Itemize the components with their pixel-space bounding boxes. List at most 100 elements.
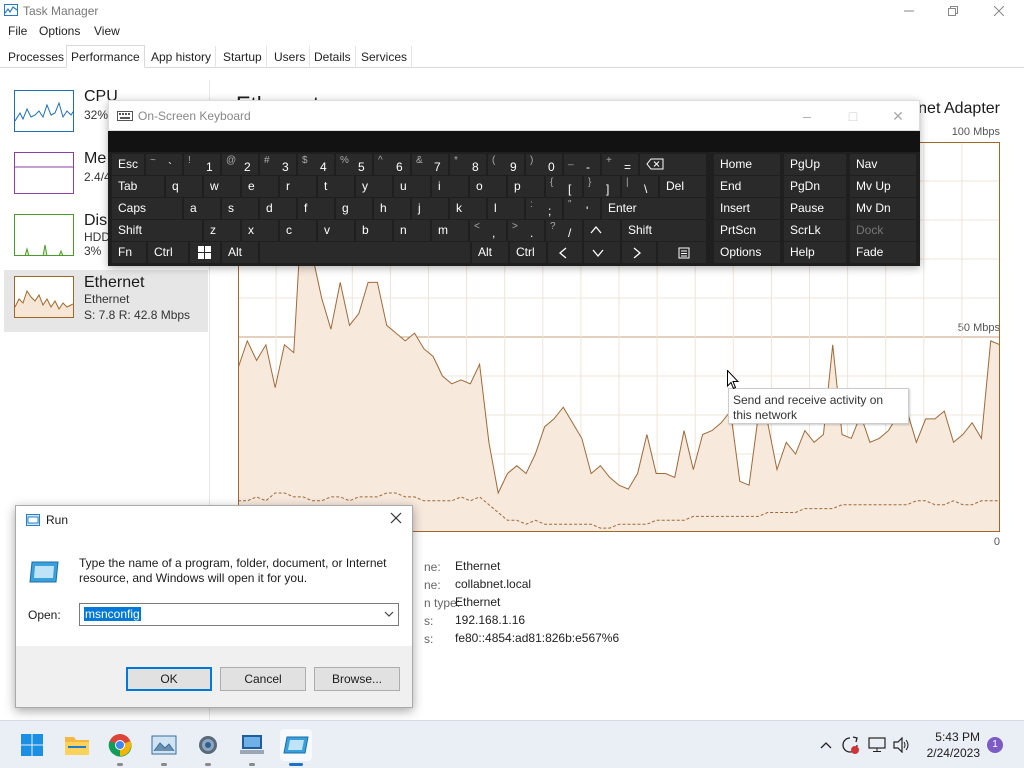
tab-startup[interactable]: Startup (219, 46, 267, 68)
key-sym3-0[interactable]: :; (526, 198, 562, 219)
key-i[interactable]: i (432, 176, 468, 197)
key-l[interactable]: l (488, 198, 524, 219)
key-sym4-0[interactable]: <, (470, 220, 506, 241)
key-menu[interactable] (658, 242, 706, 263)
key-windows[interactable] (190, 242, 220, 263)
key-nav-insert[interactable]: Insert (714, 198, 780, 219)
menu-options[interactable]: Options (39, 24, 80, 38)
key-ctrl-left[interactable]: Ctrl (148, 242, 188, 263)
osk-close-button[interactable]: ✕ (884, 105, 912, 127)
tab-app-history[interactable]: App history (147, 46, 217, 68)
taskbar-run[interactable] (280, 729, 312, 766)
notification-badge[interactable]: 1 (987, 737, 1003, 753)
key-nav-fade[interactable]: Fade (850, 242, 916, 263)
menu-view[interactable]: View (94, 24, 120, 38)
key-4[interactable]: $4 (298, 154, 334, 175)
key-2[interactable]: @2 (222, 154, 258, 175)
cancel-button[interactable]: Cancel (220, 667, 306, 691)
key-nav-mv-dn[interactable]: Mv Dn (850, 198, 916, 219)
key-z[interactable]: z (204, 220, 240, 241)
update-icon[interactable] (840, 735, 860, 755)
key-6[interactable]: ^ 6 (374, 154, 410, 175)
run-title-bar[interactable]: Run (16, 506, 412, 534)
key-arrow-up[interactable] (584, 220, 620, 241)
key-t[interactable]: t (318, 176, 354, 197)
key-b[interactable]: b (356, 220, 392, 241)
menu-file[interactable]: File (8, 24, 27, 38)
key-nav-pgdn[interactable]: PgDn (784, 176, 846, 197)
key-arrow-right[interactable] (622, 242, 656, 263)
close-button[interactable] (976, 0, 1022, 22)
volume-icon[interactable] (892, 735, 912, 755)
key-g[interactable]: g (336, 198, 372, 219)
key-arrow-left[interactable] (548, 242, 582, 263)
restore-button[interactable] (930, 0, 976, 22)
key-ctrl-right[interactable]: Ctrl (510, 242, 546, 263)
tab-services[interactable]: Services (357, 46, 413, 68)
clock-date[interactable]: 2/24/2023 (927, 746, 980, 760)
key-alt-right[interactable]: Alt (472, 242, 508, 263)
key-sym4-2[interactable]: ? / (546, 220, 582, 241)
key-arrow-down[interactable] (584, 242, 620, 263)
key-sym4-1[interactable]: >. (508, 220, 544, 241)
taskbar-chrome[interactable] (104, 729, 136, 766)
key-x[interactable]: x (242, 220, 278, 241)
key-del[interactable]: Del (660, 176, 706, 197)
key-q[interactable]: q (166, 176, 202, 197)
key-a[interactable]: a (184, 198, 220, 219)
taskbar-photos[interactable] (148, 729, 180, 766)
tab-details[interactable]: Details (310, 46, 356, 68)
chevron-up-icon[interactable] (816, 735, 836, 755)
key-nav-dock[interactable]: Dock (850, 220, 916, 241)
key-nav-options[interactable]: Options (714, 242, 780, 263)
key-s[interactable]: s (222, 198, 258, 219)
key-y[interactable]: y (356, 176, 392, 197)
key-backspace[interactable] (640, 154, 706, 175)
start-button[interactable] (16, 729, 48, 761)
key-caps[interactable]: Caps (112, 198, 182, 219)
key-nav-pgup[interactable]: PgUp (784, 154, 846, 175)
run-close-button[interactable] (386, 510, 406, 530)
key-sym3-1[interactable]: " ' (564, 198, 600, 219)
key-f[interactable]: f (298, 198, 334, 219)
key-5[interactable]: % 5 (336, 154, 372, 175)
chevron-down-icon[interactable] (383, 607, 395, 621)
key-8[interactable]: * 8 (450, 154, 486, 175)
key-v[interactable]: v (318, 220, 354, 241)
key-o[interactable]: o (470, 176, 506, 197)
minimize-button[interactable] (886, 0, 932, 22)
key-w[interactable]: w (204, 176, 240, 197)
key-k[interactable]: k (450, 198, 486, 219)
browse-button[interactable]: Browse... (314, 667, 400, 691)
key-nav-pause[interactable]: Pause (784, 198, 846, 219)
open-combobox[interactable]: msnconfig (79, 603, 399, 626)
key-e[interactable]: e (242, 176, 278, 197)
key-sym-0[interactable]: {[ (546, 176, 582, 197)
tab-users[interactable]: Users (270, 46, 311, 68)
key-=[interactable]: + = (602, 154, 638, 175)
key-u[interactable]: u (394, 176, 430, 197)
key--[interactable]: _ - (564, 154, 600, 175)
osk-title-bar[interactable]: On-Screen Keyboard – □ ✕ (108, 100, 920, 131)
key-`[interactable]: ~ ` (146, 154, 182, 175)
key-shift-left[interactable]: Shift (112, 220, 202, 241)
osk-minimize-button[interactable]: – (793, 105, 821, 127)
key-space[interactable] (260, 242, 470, 263)
tab-performance[interactable]: Performance (66, 45, 145, 68)
key-nav-help[interactable]: Help (784, 242, 846, 263)
key-nav-mv-up[interactable]: Mv Up (850, 176, 916, 197)
key-esc[interactable]: Esc (112, 154, 144, 175)
key-9[interactable]: (9 (488, 154, 524, 175)
key-3[interactable]: #3 (260, 154, 296, 175)
key-shift-right[interactable]: Shift (622, 220, 706, 241)
title-bar[interactable]: Task Manager (0, 0, 1024, 22)
key-nav-nav[interactable]: Nav (850, 154, 916, 175)
key-1[interactable]: ! 1 (184, 154, 220, 175)
taskbar-remote-desktop[interactable] (236, 729, 268, 766)
key-sym-2[interactable]: | \ (622, 176, 658, 197)
key-nav-scrlk[interactable]: ScrLk (784, 220, 846, 241)
key-h[interactable]: h (374, 198, 410, 219)
key-nav-prtscn[interactable]: PrtScn (714, 220, 780, 241)
key-p[interactable]: p (508, 176, 544, 197)
key-m[interactable]: m (432, 220, 468, 241)
